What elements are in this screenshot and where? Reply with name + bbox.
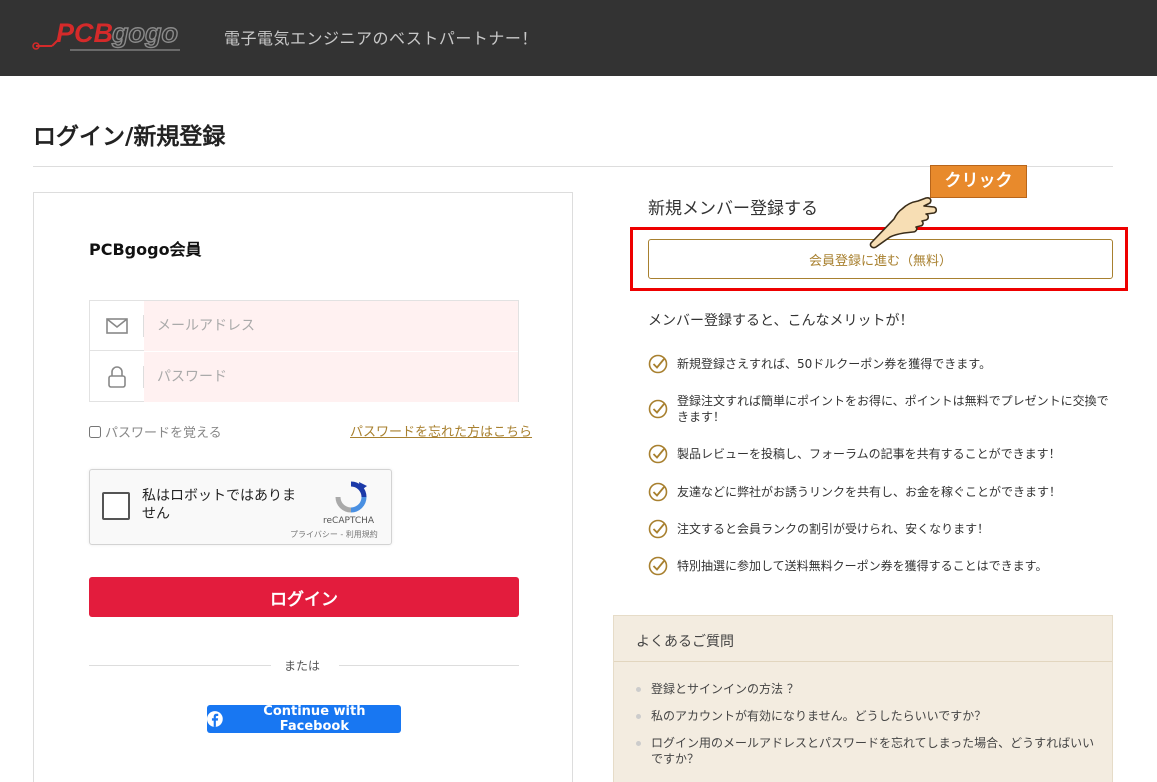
benefit-text: 特別抽選に参加して送料無料クーポン券を獲得することはできます。 (677, 559, 1048, 573)
faq-question: ログイン用のメールアドレスとパスワードを忘れてしまった場合、どうすればいいですか… (651, 736, 1095, 766)
login-fields (89, 300, 519, 402)
remember-checkbox[interactable] (89, 425, 101, 438)
envelope-icon (106, 318, 128, 334)
bullet-icon (636, 687, 641, 692)
benefit-item: 特別抽選に参加して送料無料クーポン券を獲得することはできます。 (648, 556, 1114, 576)
faq-question: 私のアカウントが有効になりません。どうしたらいいですか？ (651, 709, 987, 723)
faq-divider (614, 661, 1112, 662)
facebook-login-button[interactable]: Continue with Facebook (207, 704, 401, 734)
benefit-item: 友達などに弊社がお誘うリンクを共有し、お金を稼ぐことができます！ (648, 482, 1114, 502)
recaptcha-checkbox[interactable] (102, 492, 130, 520)
bullet-icon (636, 714, 641, 719)
benefit-item: 新規登録さえすれば、50ドルクーポン券を獲得できます。 (648, 354, 1114, 374)
facebook-button-label: Continue with Facebook (263, 704, 366, 734)
pointing-hand-icon (869, 197, 938, 249)
email-field[interactable] (144, 301, 518, 351)
benefit-item: 注文すると会員ランクの割引が受けられ、安くなります！ (648, 519, 1114, 539)
recaptcha-label: 私はロボットではありません (142, 488, 296, 522)
recaptcha-icon (335, 481, 367, 513)
check-circle-icon (648, 556, 668, 576)
page-title: ログイン/新規登録 (33, 124, 226, 150)
faq-question: 登録とサインインの方法 ？ (651, 682, 799, 696)
benefit-text: 登録注文すれば簡単にポイントをお得に、ポイントは無料でプレゼントに交換できます！ (677, 394, 1109, 424)
benefit-text: 製品レビューを投稿し、フォーラムの記事を共有することができます！ (677, 447, 1061, 461)
bullet-icon (636, 741, 641, 746)
login-panel: PCBgogo会員 パスワードを覚える パスワードを忘れた方はこちら 私はロボッ… (33, 192, 573, 782)
check-circle-icon (648, 399, 668, 419)
forgot-password-link[interactable]: パスワードを忘れた方はこちら (350, 421, 532, 440)
register-heading: 新規メンバー登録する (648, 199, 818, 219)
click-callout: クリック (930, 165, 1027, 198)
benefit-item: 登録注文すれば簡単にポイントをお得に、ポイントは無料でプレゼントに交換できます！ (648, 393, 1114, 425)
divider-right (339, 665, 519, 666)
password-field[interactable] (144, 352, 518, 402)
recaptcha-brand: reCAPTCHA (323, 516, 375, 526)
top-header: PCB gogo 電子電気エンジニアのベストパートナー！ (0, 0, 1157, 76)
recaptcha-widget: 私はロボットではありません reCAPTCHA プライバシー - 利用規約 (89, 469, 392, 545)
check-circle-icon (648, 444, 668, 464)
login-button[interactable]: ログイン (89, 577, 519, 617)
recaptcha-links[interactable]: プライバシー - 利用規約 (290, 529, 378, 540)
member-heading: PCBgogo会員 (89, 240, 202, 259)
email-row (90, 301, 518, 351)
facebook-icon (207, 711, 223, 727)
faq-item[interactable]: 登録とサインインの方法 ？ (636, 681, 1096, 697)
benefit-text: 友達などに弊社がお誘うリンクを共有し、お金を稼ぐことができます！ (677, 485, 1062, 499)
pcbgogo-logo[interactable]: PCB gogo (30, 14, 195, 56)
divider-left (89, 665, 271, 666)
svg-text:PCB: PCB (56, 18, 113, 48)
password-row (90, 352, 518, 402)
check-circle-icon (648, 482, 668, 502)
remember-label: パスワードを覚える (105, 426, 222, 441)
faq-item[interactable]: 私のアカウントが有効になりません。どうしたらいいですか？ (636, 708, 1096, 724)
benefit-text: 注文すると会員ランクの割引が受けられ、安くなります！ (677, 522, 990, 536)
header-tagline: 電子電気エンジニアのベストパートナー！ (224, 29, 538, 48)
check-circle-icon (648, 354, 668, 374)
lock-icon (108, 366, 126, 388)
benefit-item: 製品レビューを投稿し、フォーラムの記事を共有することができます！ (648, 444, 1114, 464)
remember-password[interactable]: パスワードを覚える (89, 422, 222, 441)
faq-title: よくあるご質問 (636, 634, 734, 650)
or-separator: または (284, 659, 321, 673)
svg-text:gogo: gogo (111, 18, 178, 48)
faq-item[interactable]: ログイン用のメールアドレスとパスワードを忘れてしまった場合、どうすればいいですか… (636, 735, 1096, 767)
faq-box: よくあるご質問 登録とサインインの方法 ？ 私のアカウントが有効になりません。ど… (613, 615, 1113, 782)
benefit-text: 新規登録さえすれば、50ドルクーポン券を獲得できます。 (677, 357, 992, 371)
check-circle-icon (648, 519, 668, 539)
benefit-intro: メンバー登録すると、こんなメリットが！ (648, 313, 914, 329)
